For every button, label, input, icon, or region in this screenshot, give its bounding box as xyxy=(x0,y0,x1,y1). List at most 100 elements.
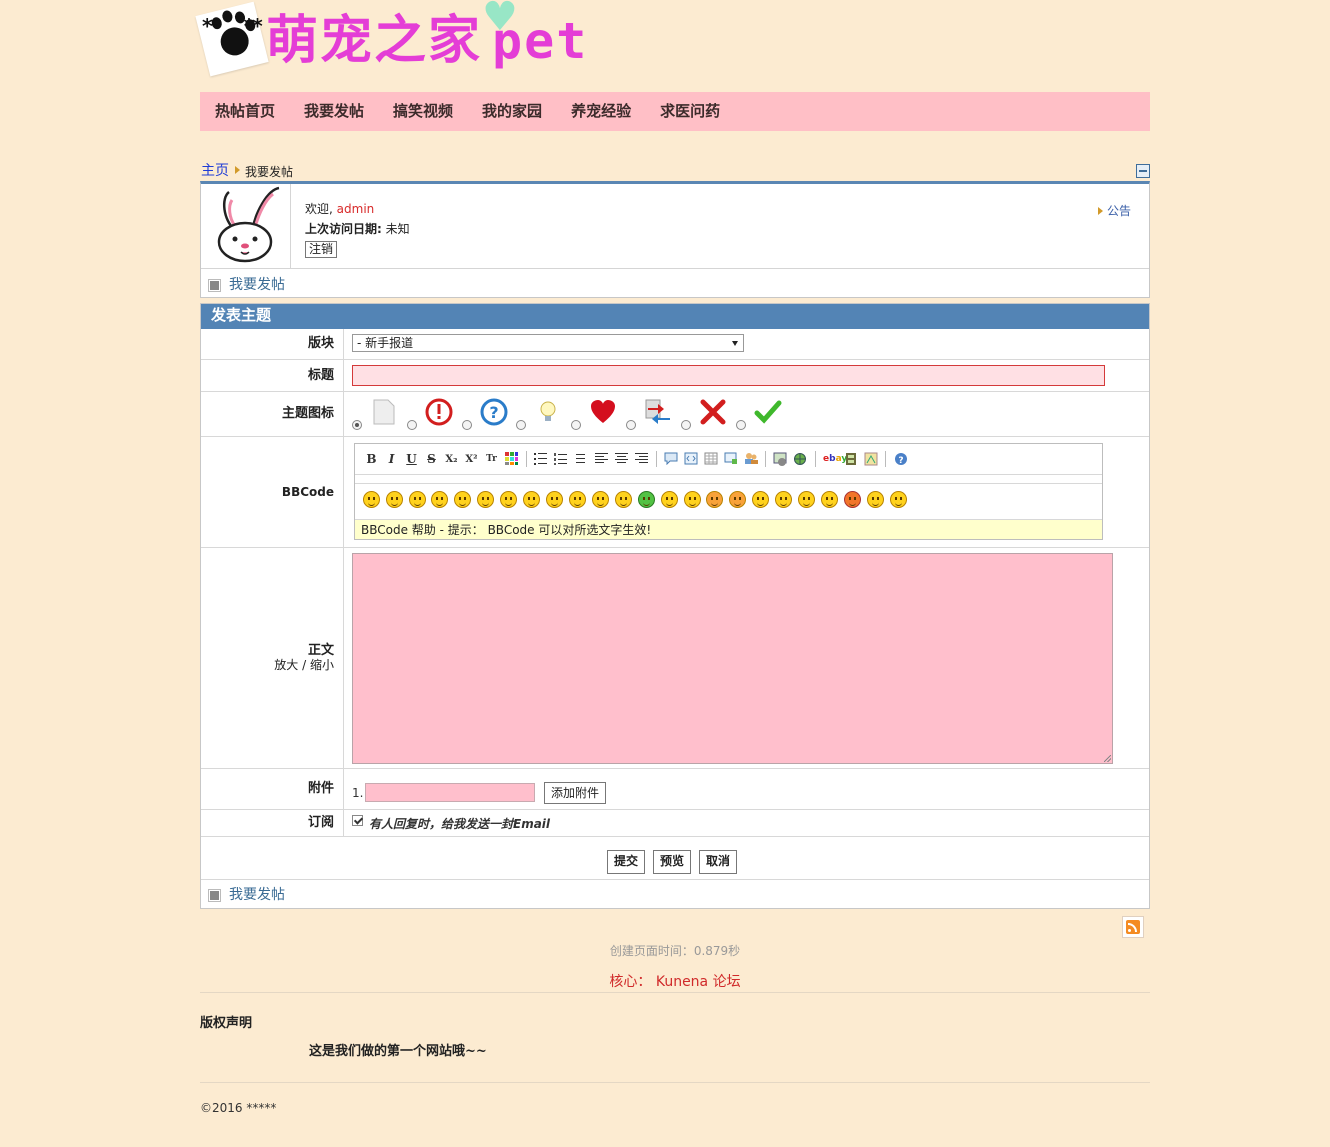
code-icon[interactable] xyxy=(683,452,698,467)
smiley-rolleyes-icon[interactable] xyxy=(684,491,701,508)
smiley-shock-icon[interactable] xyxy=(546,491,563,508)
zoom-out-link[interactable]: 缩小 xyxy=(310,658,334,672)
topic-icon-label: 主题图标 xyxy=(201,392,344,436)
preview-button[interactable]: 预览 xyxy=(653,850,692,874)
align-left-icon[interactable] xyxy=(594,452,609,467)
nav-item-home[interactable]: 我的家园 xyxy=(482,92,542,131)
topic-icon-option[interactable] xyxy=(516,396,567,434)
smiley-kiss-icon[interactable] xyxy=(729,491,746,508)
category-select[interactable]: - 新手报道 xyxy=(352,334,744,352)
size-button[interactable]: Tr xyxy=(484,452,499,467)
collapse-icon[interactable] xyxy=(1136,164,1150,178)
submit-button[interactable]: 提交 xyxy=(607,850,646,874)
nav-item-experience[interactable]: 养宠经验 xyxy=(571,92,631,131)
topic-icon-option[interactable]: ? xyxy=(461,396,513,434)
topic-icon-option[interactable] xyxy=(626,396,677,434)
cancel-button[interactable]: 取消 xyxy=(699,850,738,874)
superscript-button[interactable]: X² xyxy=(464,452,479,467)
title-input[interactable] xyxy=(352,365,1105,386)
subscribe-checkbox[interactable] xyxy=(352,815,363,826)
breadcrumb-home[interactable]: 主页 xyxy=(201,160,229,180)
bullet-list-icon[interactable] xyxy=(533,452,548,467)
body-textarea[interactable] xyxy=(352,553,1113,764)
image-icon[interactable] xyxy=(773,452,788,467)
topic-icon-option[interactable] xyxy=(571,396,622,434)
logout-button[interactable]: 注销 xyxy=(305,241,338,258)
topic-icon-radio[interactable] xyxy=(626,420,637,430)
category-selected: - 新手报道 xyxy=(357,336,414,350)
module-icon[interactable] xyxy=(723,452,738,467)
default-icon xyxy=(373,399,395,425)
video-icon[interactable] xyxy=(843,452,858,467)
smiley-cry-icon[interactable] xyxy=(661,491,678,508)
avatar[interactable] xyxy=(201,184,291,268)
smiley-wink-icon[interactable] xyxy=(454,491,471,508)
topic-icon-option[interactable] xyxy=(680,396,732,434)
bbcode-label: BBCode xyxy=(201,437,344,547)
numbered-list-icon[interactable] xyxy=(553,452,568,467)
smiley-dead-icon[interactable] xyxy=(890,491,907,508)
italic-button[interactable]: I xyxy=(384,452,399,467)
topic-icon-radio[interactable] xyxy=(680,420,691,430)
attachment-file-input[interactable] xyxy=(365,783,535,802)
new-post-link[interactable]: 我要发帖 xyxy=(229,274,285,294)
underline-button[interactable]: U xyxy=(404,452,419,467)
smiley-blush-icon[interactable] xyxy=(523,491,540,508)
smiley-laugh-icon[interactable] xyxy=(615,491,632,508)
strike-button[interactable]: S xyxy=(424,452,439,467)
powered-by-link[interactable]: 核心： Kunena 论坛 xyxy=(200,971,1150,991)
smiley-sad-icon[interactable] xyxy=(386,491,403,508)
smiley-sick-icon[interactable] xyxy=(638,491,655,508)
smiley-neutral-icon[interactable] xyxy=(798,491,815,508)
zoom-in-link[interactable]: 放大 xyxy=(274,658,298,672)
smiley-smile-icon[interactable] xyxy=(409,491,426,508)
smiley-ohmy-icon[interactable] xyxy=(752,491,769,508)
table-icon[interactable] xyxy=(703,452,718,467)
ebay-icon[interactable]: ebay xyxy=(823,452,847,467)
new-post-link-bottom[interactable]: 我要发帖 xyxy=(229,884,285,904)
smiley-angry-icon[interactable] xyxy=(500,491,517,508)
bold-button[interactable]: B xyxy=(364,452,379,467)
users-icon[interactable] xyxy=(743,452,758,467)
topic-icon-radio[interactable] xyxy=(571,420,582,430)
smiley-silly-icon[interactable] xyxy=(867,491,884,508)
nav-item-hot[interactable]: 热帖首页 xyxy=(215,92,275,131)
nav-item-medical[interactable]: 求医问药 xyxy=(660,92,720,131)
add-attachment-button[interactable]: 添加附件 xyxy=(544,782,607,804)
topic-icon-option[interactable] xyxy=(735,396,787,434)
smiley-bigeyes-icon[interactable] xyxy=(775,491,792,508)
rabbit-avatar-icon xyxy=(217,186,280,263)
resize-grip-icon[interactable] xyxy=(1104,755,1111,762)
nav-item-video[interactable]: 搞笑视频 xyxy=(393,92,453,131)
smiley-dry-icon[interactable] xyxy=(821,491,838,508)
smiley-cool-icon[interactable] xyxy=(363,491,380,508)
topic-icon-radio[interactable] xyxy=(516,420,527,430)
quote-icon[interactable] xyxy=(663,452,678,467)
subscript-button[interactable]: X₂ xyxy=(444,452,459,467)
smiley-grin-icon[interactable] xyxy=(431,491,448,508)
topic-icon-option[interactable] xyxy=(406,396,458,434)
topic-icon-radio[interactable] xyxy=(352,420,362,430)
align-right-icon[interactable] xyxy=(634,452,649,467)
smiley-confused-icon[interactable] xyxy=(569,491,586,508)
site-logo[interactable]: ** ** ♥ 萌宠之家 pet xyxy=(195,0,620,77)
align-center-icon[interactable] xyxy=(614,452,629,467)
announcement-link[interactable]: 公告 xyxy=(1098,202,1131,219)
help-icon[interactable]: ? xyxy=(893,452,908,467)
list-item-icon[interactable] xyxy=(573,452,588,467)
username[interactable]: admin xyxy=(337,202,375,216)
rss-icon[interactable] xyxy=(1122,916,1144,938)
smiley-blush2-icon[interactable] xyxy=(706,491,723,508)
topic-icon-radio[interactable] xyxy=(735,420,746,430)
smiley-devil-icon[interactable] xyxy=(844,491,861,508)
bbcode-editor: B I U S X₂ X² Tr ebay ? BBCode 帮助 - 提示： … xyxy=(354,443,1103,540)
link-icon[interactable] xyxy=(793,452,808,467)
nav-item-post[interactable]: 我要发帖 xyxy=(304,92,364,131)
topic-icon-radio[interactable] xyxy=(406,420,417,430)
topic-icon-radio[interactable] xyxy=(461,420,472,430)
color-grid-icon[interactable] xyxy=(504,452,519,467)
smiley-eek-icon[interactable] xyxy=(592,491,609,508)
topic-icon-option[interactable] xyxy=(352,396,403,434)
map-icon[interactable] xyxy=(863,452,878,467)
smiley-tongue-icon[interactable] xyxy=(477,491,494,508)
